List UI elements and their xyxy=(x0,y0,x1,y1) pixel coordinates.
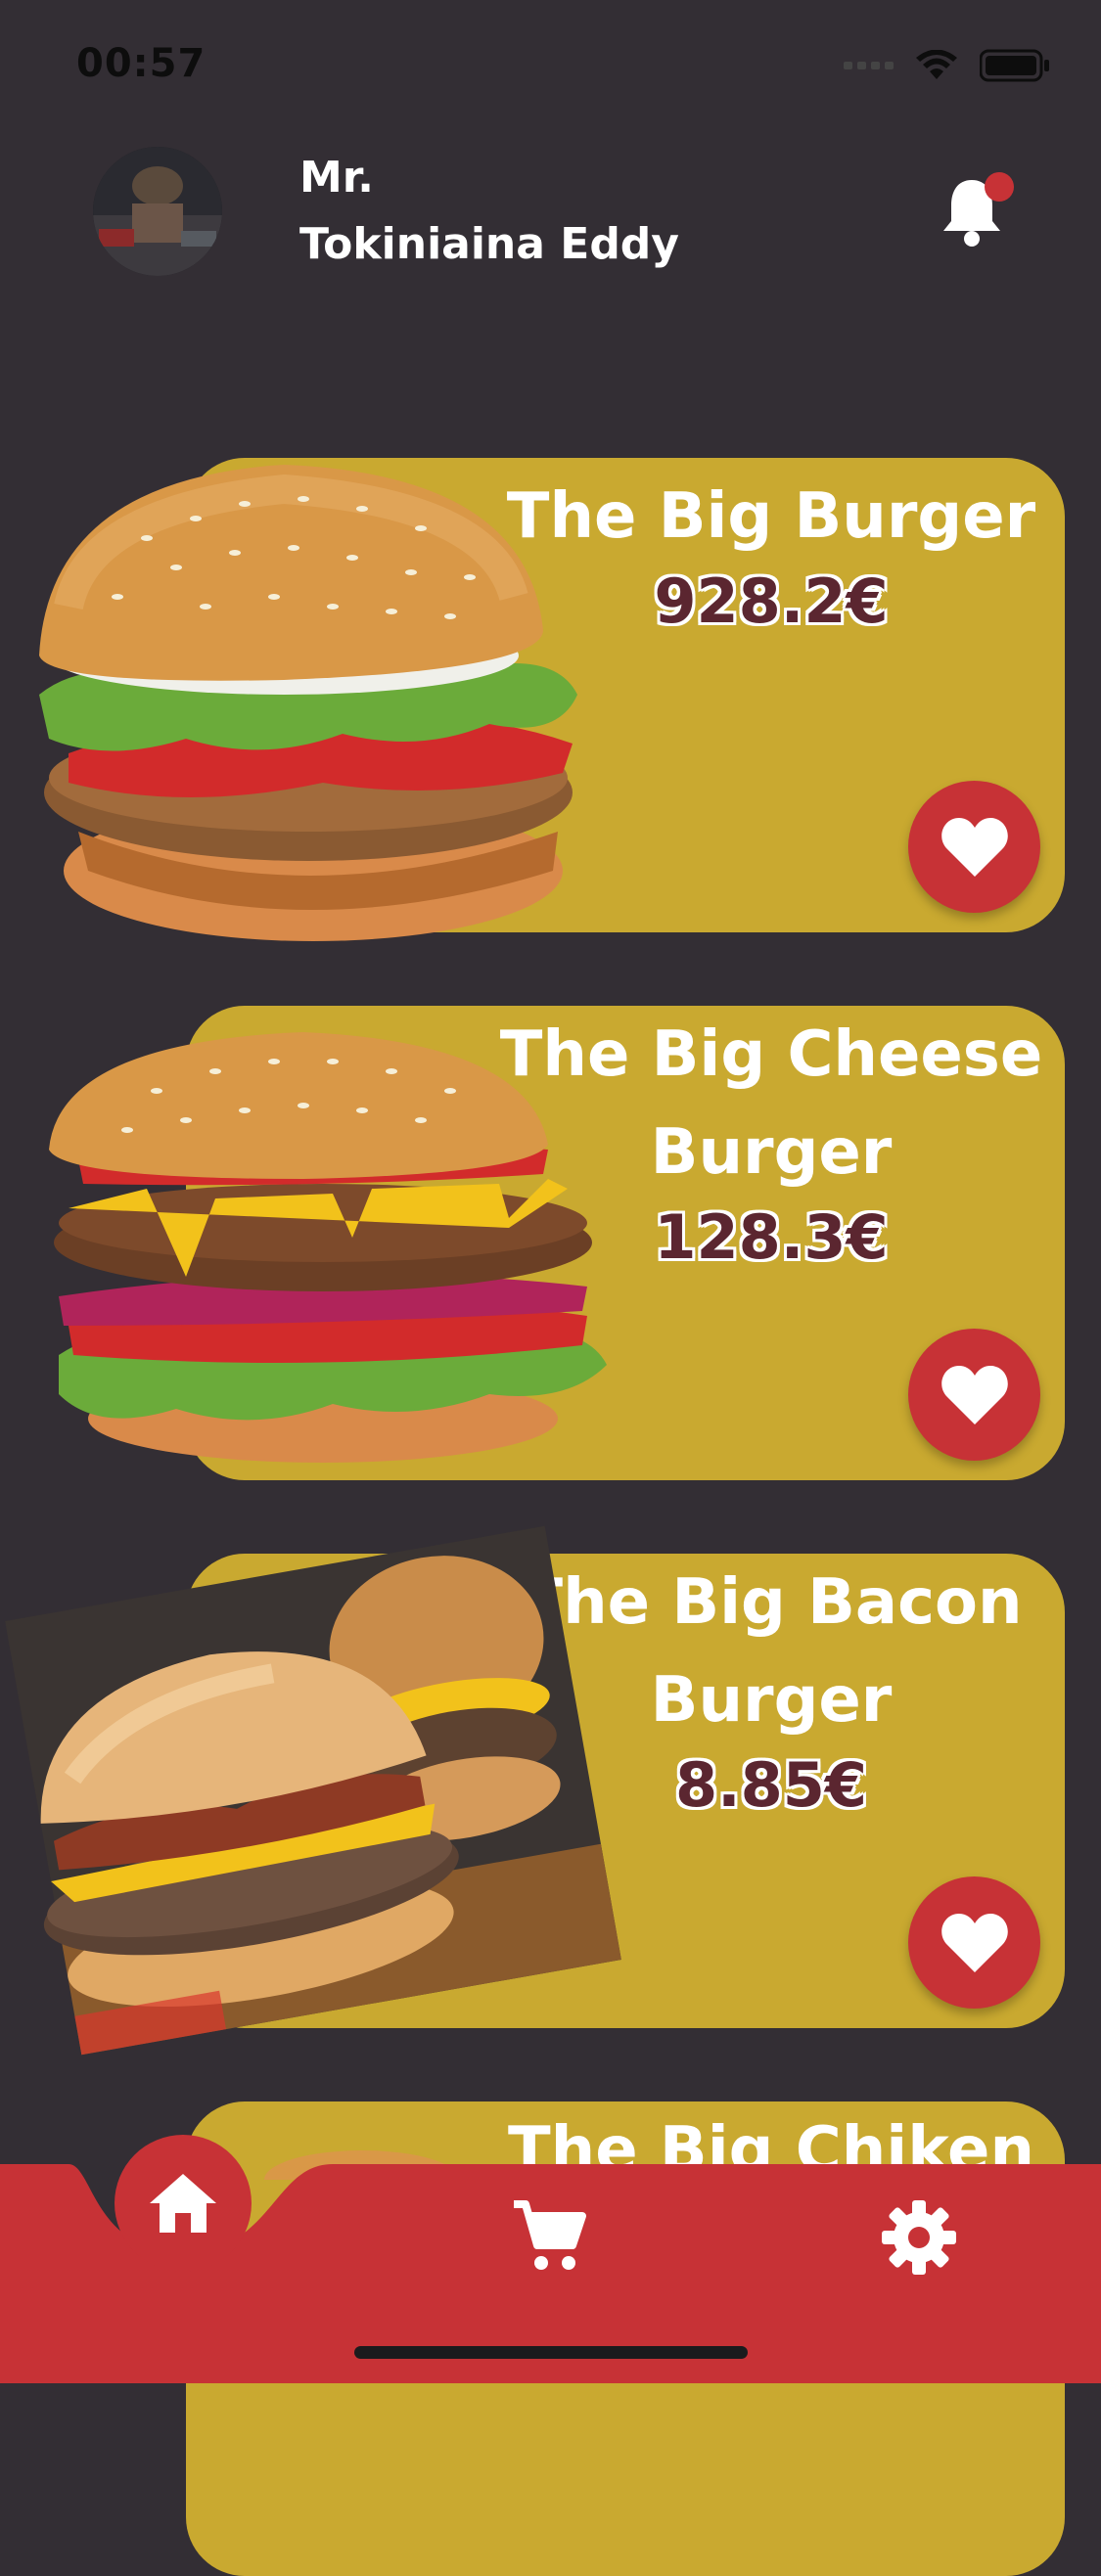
avatar[interactable] xyxy=(93,147,222,276)
signal-icon xyxy=(844,62,894,69)
nav-settings-button[interactable] xyxy=(877,2195,961,2280)
notification-badge xyxy=(985,172,1014,202)
heart-icon xyxy=(940,1913,1008,1972)
burger-image xyxy=(39,465,577,941)
favorite-button[interactable] xyxy=(908,1876,1040,2009)
heart-icon xyxy=(940,1365,1008,1424)
status-time: 00:57 xyxy=(76,41,206,86)
gear-icon xyxy=(882,2200,956,2275)
bacon-burger-image xyxy=(5,1525,621,2056)
favorite-button[interactable] xyxy=(908,781,1040,913)
heart-icon xyxy=(940,817,1008,877)
status-icons xyxy=(844,49,1050,82)
user-title: Mr. xyxy=(299,153,374,203)
nav-cart-button[interactable] xyxy=(507,2195,591,2280)
home-indicator[interactable] xyxy=(354,2346,748,2359)
favorite-button[interactable] xyxy=(908,1329,1040,1461)
cart-icon xyxy=(514,2200,586,2270)
wifi-icon xyxy=(916,50,957,79)
battery-icon xyxy=(980,49,1049,82)
user-name: Tokiniaina Eddy xyxy=(299,219,679,269)
home-icon xyxy=(150,2174,216,2233)
cheese-burger-image xyxy=(49,1032,607,1463)
nav-home-button[interactable] xyxy=(115,2135,252,2272)
